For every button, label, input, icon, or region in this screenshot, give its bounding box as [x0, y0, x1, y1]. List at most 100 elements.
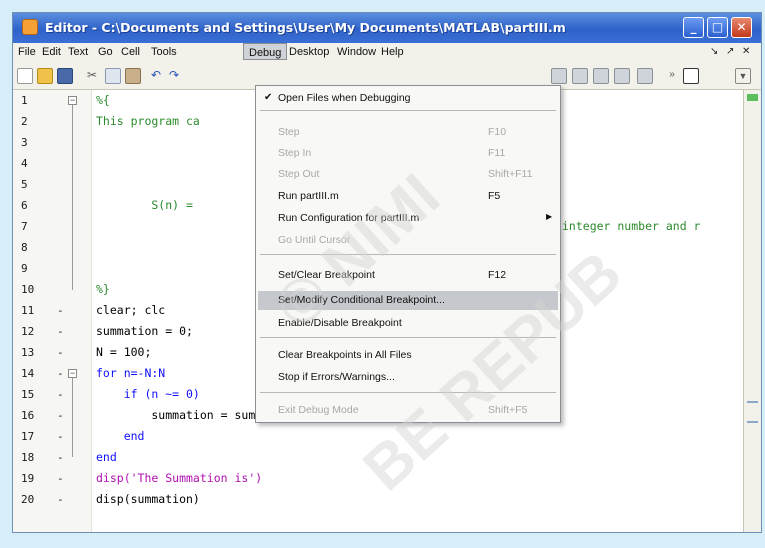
menu-separator — [260, 110, 556, 111]
code-line: disp(summation) — [96, 492, 200, 506]
menu-window[interactable]: Window — [337, 46, 376, 58]
matlab-editor-icon — [22, 19, 38, 35]
window-icon[interactable] — [683, 68, 699, 84]
code-line: end — [96, 450, 117, 464]
doc-icon-4[interactable] — [614, 68, 630, 84]
overflow-icon[interactable]: » — [665, 68, 679, 82]
line-number: 20 — [21, 493, 35, 506]
menu-bar: File Edit Text Go Cell Tools Debug Deskt… — [13, 43, 761, 63]
executable-line-marker[interactable]: - — [57, 472, 64, 485]
menu-cell[interactable]: Cell — [121, 46, 140, 58]
code-line: %} — [96, 282, 110, 296]
status-indicator — [747, 94, 758, 101]
menu-tools[interactable]: Tools — [151, 46, 177, 58]
menu-debug[interactable]: Debug — [243, 43, 288, 60]
executable-line-marker[interactable]: - — [57, 304, 64, 317]
shortcut-run: F5 — [488, 190, 501, 202]
redo-icon[interactable]: ↷ — [167, 68, 181, 82]
line-number: 11 — [21, 304, 35, 317]
fold-line — [72, 378, 73, 457]
open-folder-icon[interactable] — [37, 68, 53, 84]
undock-icon[interactable]: ↗ — [726, 46, 734, 57]
executable-line-marker[interactable]: - — [57, 451, 64, 464]
doc-icon-2[interactable] — [572, 68, 588, 84]
code-line: disp('The Summation is') — [96, 471, 263, 485]
menu-item-step-in[interactable]: Step In — [278, 147, 311, 159]
submenu-arrow-icon: ▶ — [546, 212, 553, 221]
chevron-down-icon[interactable]: ▼ — [735, 68, 751, 84]
copy-icon[interactable] — [105, 68, 121, 84]
menu-item-clear-breakpoints-all-files[interactable]: Clear Breakpoints in All Files — [278, 349, 412, 361]
code-line: %{ — [96, 93, 110, 107]
code-line: if (n ~= 0) — [96, 387, 200, 401]
line-number: 14 — [21, 367, 35, 380]
fold-toggle-icon[interactable]: − — [68, 369, 77, 378]
executable-line-marker[interactable]: - — [57, 409, 64, 422]
code-line: summation = 0; — [96, 324, 193, 338]
maximize-button[interactable]: □ — [707, 17, 728, 38]
undo-icon[interactable]: ↶ — [149, 68, 163, 82]
code-line: for n=-N:N — [96, 366, 166, 380]
menu-item-step-out[interactable]: Step Out — [278, 168, 319, 180]
menu-edit[interactable]: Edit — [42, 46, 61, 58]
menu-item-open-files-when-debugging[interactable]: Open Files when Debugging — [278, 92, 411, 104]
code-line: This program ca — [96, 114, 200, 128]
executable-line-marker[interactable]: - — [57, 388, 64, 401]
menu-item-stop-if-errors[interactable]: Stop if Errors/Warnings... — [278, 371, 395, 383]
close-button[interactable]: ✕ — [731, 17, 752, 38]
scroll-marker — [747, 401, 758, 403]
dock-icon[interactable]: ↘ — [710, 46, 718, 57]
menu-item-exit-debug-mode[interactable]: Exit Debug Mode — [278, 404, 359, 416]
line-number: 15 — [21, 388, 35, 401]
line-number: 16 — [21, 409, 35, 422]
shortcut-step: F10 — [488, 126, 507, 138]
check-icon: ✔ — [264, 92, 273, 103]
executable-line-marker[interactable]: - — [57, 346, 64, 359]
executable-line-marker[interactable]: - — [57, 325, 64, 338]
vertical-scrollbar[interactable] — [743, 90, 761, 532]
line-number: 1 — [21, 94, 28, 107]
cut-icon[interactable]: ✂ — [85, 68, 99, 82]
doc-icon-3[interactable] — [593, 68, 609, 84]
line-number: 7 — [21, 220, 28, 233]
menu-text[interactable]: Text — [68, 46, 88, 58]
fold-toggle-icon[interactable]: − — [68, 96, 77, 105]
scroll-marker — [747, 421, 758, 423]
code-line: N = 100; — [96, 345, 152, 359]
line-number: 2 — [21, 115, 28, 128]
menu-item-step[interactable]: Step — [278, 126, 300, 138]
line-number: 6 — [21, 199, 28, 212]
minimize-button[interactable]: _ — [683, 17, 704, 38]
executable-line-marker[interactable]: - — [57, 493, 64, 506]
line-number: 19 — [21, 472, 35, 485]
line-number: 18 — [21, 451, 35, 464]
title-bar[interactable]: Editor - C:\Documents and Settings\User\… — [13, 13, 761, 43]
line-number: 8 — [21, 241, 28, 254]
save-icon[interactable] — [57, 68, 73, 84]
line-number: 13 — [21, 346, 35, 359]
menu-item-run[interactable]: Run partIII.m — [278, 190, 339, 202]
line-number: 5 — [21, 178, 28, 191]
line-number: 9 — [21, 262, 28, 275]
doc-icon-1[interactable] — [551, 68, 567, 84]
code-line: clear; clc — [96, 303, 166, 317]
menu-desktop[interactable]: Desktop — [289, 46, 329, 58]
shortcut-step-in: F11 — [488, 147, 506, 159]
code-line: end — [96, 429, 145, 443]
new-file-icon[interactable] — [17, 68, 33, 84]
window-title: Editor - C:\Documents and Settings\User\… — [45, 20, 566, 35]
paste-icon[interactable] — [125, 68, 141, 84]
line-number: 10 — [21, 283, 35, 296]
code-line: S(n) = — [96, 198, 193, 212]
menu-go[interactable]: Go — [98, 46, 113, 58]
shortcut-step-out: Shift+F11 — [488, 168, 533, 180]
executable-line-marker[interactable]: - — [57, 367, 64, 380]
line-number: 3 — [21, 136, 28, 149]
fold-line — [72, 105, 73, 290]
executable-line-marker[interactable]: - — [57, 430, 64, 443]
menu-file[interactable]: File — [18, 46, 36, 58]
line-number: 12 — [21, 325, 35, 338]
menu-help[interactable]: Help — [381, 46, 404, 58]
close-document-icon[interactable]: ✕ — [742, 46, 750, 57]
doc-icon-5[interactable] — [637, 68, 653, 84]
